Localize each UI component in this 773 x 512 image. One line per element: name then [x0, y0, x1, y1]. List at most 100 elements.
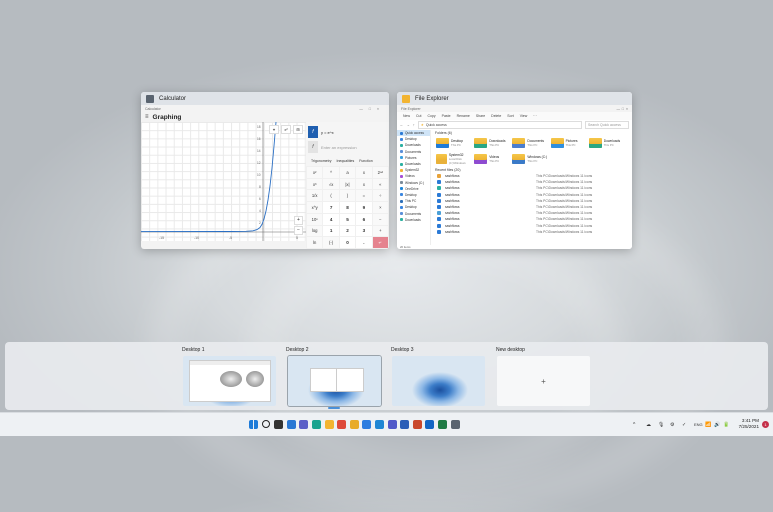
word-icon[interactable]	[400, 420, 410, 429]
graph-canvas[interactable]: -15 -10 -5 5 18 16 14 12 10 8 6 4 2 ⌖ x²…	[141, 122, 306, 241]
task-view-icon[interactable]	[274, 420, 284, 429]
volume-icon[interactable]: 🔊	[714, 422, 720, 428]
edge-icon[interactable]	[312, 420, 321, 429]
key-button[interactable]: 0	[339, 237, 356, 248]
chrome-alt-icon[interactable]	[349, 420, 359, 429]
forward-icon[interactable]: →	[407, 123, 411, 127]
tab-trigonometry[interactable]: Trigonometry	[311, 159, 332, 163]
quick-access-item[interactable]: Documents This PC	[512, 138, 550, 148]
key-button[interactable]: −	[372, 213, 388, 225]
nav-item[interactable]: Downloads	[397, 217, 430, 223]
command-button[interactable]: Rename	[457, 114, 470, 118]
chrome-icon[interactable]	[337, 420, 347, 429]
key-button[interactable]: 9	[356, 202, 372, 213]
key-button[interactable]: 2ⁿᵈ	[372, 167, 388, 178]
key-button[interactable]: +	[372, 225, 388, 237]
graph-options-button[interactable]: x²	[281, 125, 291, 134]
key-button[interactable]: 1/x	[307, 190, 323, 202]
tab-function[interactable]: Function	[359, 159, 372, 163]
search-input[interactable]: Search Quick access	[585, 121, 629, 129]
key-button[interactable]: (-)	[323, 237, 339, 248]
desktop-label[interactable]: Desktop 2	[286, 347, 309, 353]
wifi-icon[interactable]: 📶	[705, 422, 711, 428]
calculator-icon[interactable]	[450, 420, 460, 429]
explorer-tab[interactable]: File Explorer	[401, 107, 421, 111]
key-button[interactable]: |x|	[339, 178, 356, 190]
key-button[interactable]: ↵	[372, 237, 388, 248]
clock[interactable]: 3:41 PM 7/25/2021	[739, 418, 759, 430]
desktop-1-thumbnail[interactable]	[183, 356, 276, 406]
quick-access-item[interactable]: Downloads This PC	[474, 138, 512, 148]
key-button[interactable]: ^	[323, 167, 339, 178]
key-button[interactable]: x²	[307, 167, 323, 178]
show-hidden-icons[interactable]: ^	[633, 422, 635, 428]
command-button[interactable]: Delete	[491, 114, 501, 118]
key-button[interactable]: 6	[356, 213, 372, 225]
command-button[interactable]: ···	[533, 114, 537, 118]
desktop-label[interactable]: Desktop 1	[182, 347, 205, 353]
settings-icon[interactable]: ⚙	[670, 422, 674, 428]
key-button[interactable]: 8	[339, 202, 356, 213]
key-button[interactable]: ln	[307, 237, 323, 248]
key-button[interactable]: x^y	[307, 202, 323, 213]
key-button[interactable]: x³	[307, 178, 323, 190]
key-button[interactable]: (	[323, 190, 339, 202]
minimize-button[interactable]: —	[359, 107, 369, 111]
key-button[interactable]: )	[339, 190, 356, 202]
address-input[interactable]: ★ Quick access	[417, 121, 582, 129]
excel-icon[interactable]	[438, 420, 447, 429]
notification-badge[interactable]: 1	[762, 421, 769, 428]
key-button[interactable]: a	[339, 167, 356, 178]
key-button[interactable]: √x	[323, 178, 339, 190]
language-indicator[interactable]: ENG	[694, 422, 703, 427]
battery-icon[interactable]: 🔋	[723, 422, 729, 428]
command-button[interactable]: Share	[476, 114, 485, 118]
trace-tool-button[interactable]: ⌖	[269, 125, 279, 134]
file-explorer-icon[interactable]	[324, 420, 334, 429]
zoom-out-button[interactable]: −	[294, 226, 303, 235]
key-button[interactable]: .	[356, 237, 372, 248]
todo-icon[interactable]	[362, 420, 372, 429]
new-desktop-button[interactable]: +	[497, 356, 590, 406]
back-icon[interactable]: ←	[400, 123, 404, 127]
tab-inequalities[interactable]: Inequalities	[337, 159, 355, 163]
explorer-window[interactable]: File Explorer File Explorer — □ × New Cut…	[397, 92, 632, 249]
zoom-in-button[interactable]: +	[294, 216, 303, 225]
quick-access-item[interactable]: System32 Local Disk (C:)\Windows	[436, 153, 474, 165]
desktop-3-thumbnail[interactable]	[392, 356, 485, 406]
command-button[interactable]: View	[520, 114, 528, 118]
vscode-icon[interactable]	[375, 420, 384, 429]
key-button[interactable]: ÷	[372, 190, 388, 202]
widgets-icon[interactable]	[286, 420, 296, 429]
microphone-icon[interactable]: 🎙	[658, 422, 664, 428]
expression-input[interactable]: Enter an expression	[321, 145, 357, 150]
caption-buttons[interactable]: —□×	[359, 107, 385, 111]
up-icon[interactable]: ↑	[413, 123, 415, 127]
desktop-label[interactable]: New desktop	[496, 347, 525, 353]
key-button[interactable]: log	[307, 225, 323, 237]
key-button[interactable]: 7	[323, 202, 339, 213]
share-graph-button[interactable]: ⊞	[293, 125, 303, 134]
command-button[interactable]: Sort	[507, 114, 513, 118]
quick-access-item[interactable]: Windows (C:) This PC	[512, 153, 550, 165]
command-button[interactable]: New	[403, 114, 410, 118]
function-badge[interactable]: f	[308, 141, 318, 153]
powerpoint-icon[interactable]	[412, 420, 422, 429]
teams-icon[interactable]	[387, 420, 397, 429]
start-icon[interactable]	[249, 420, 258, 429]
command-button[interactable]: Cut	[416, 114, 421, 118]
quick-access-item[interactable]: Desktop This PC	[436, 138, 474, 148]
command-button[interactable]: Copy	[427, 114, 435, 118]
chat-icon[interactable]	[299, 420, 309, 429]
desktop-label[interactable]: Desktop 3	[391, 347, 414, 353]
quick-access-item[interactable]: Pictures This PC	[550, 138, 589, 148]
function-row[interactable]: f y = e^x	[306, 125, 389, 139]
key-button[interactable]: ×	[372, 202, 388, 213]
quick-access-item[interactable]: Downloads This PC	[588, 138, 627, 148]
quick-access-item[interactable]: Videos This PC	[474, 153, 512, 165]
onedrive-icon[interactable]: ☁	[646, 422, 651, 428]
key-button[interactable]: 1	[323, 225, 339, 237]
command-button[interactable]: Paste	[442, 114, 451, 118]
recent-file-row[interactable]: sashflows This PC\Downloads\Windows 11 ic…	[431, 229, 632, 235]
outlook-icon[interactable]	[425, 420, 435, 429]
